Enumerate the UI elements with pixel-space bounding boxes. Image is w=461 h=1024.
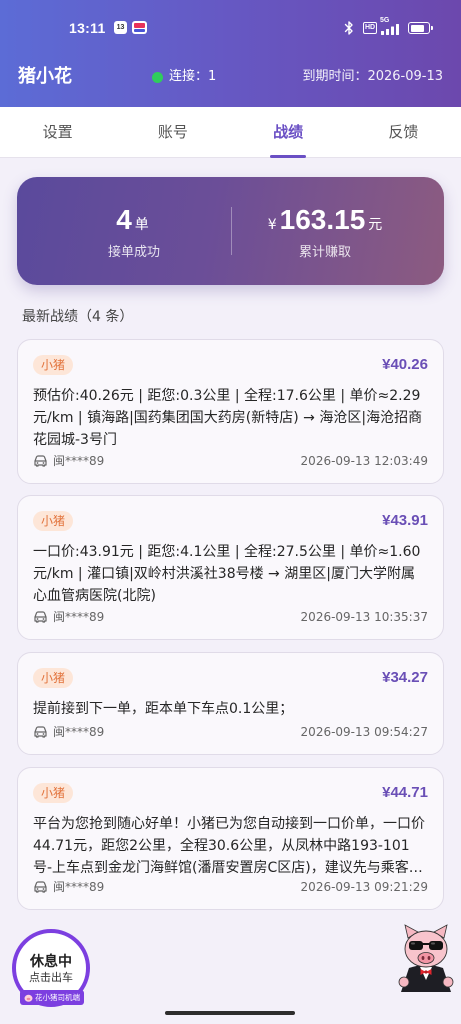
- car-icon: [34, 881, 47, 893]
- pig-mascot-icon[interactable]: [393, 922, 459, 992]
- record-detail: 平台为您抢到随心好单！小猪已为您自动接到一口价单，一口价44.71元，距您2公里…: [33, 816, 425, 876]
- record-time: 2026-09-13 09:21:29: [300, 880, 428, 894]
- record-time: 2026-09-13 09:54:27: [300, 725, 428, 739]
- record-price: ¥44.71: [382, 784, 428, 801]
- connection-status: 连接：1: [152, 68, 216, 86]
- stats-divider: [231, 207, 232, 255]
- orders-count: 4: [116, 204, 132, 235]
- car-icon: [34, 455, 47, 467]
- plate-number: 闽****89: [53, 454, 105, 468]
- vehicle-type-badge: 小猪: [33, 511, 74, 531]
- earnings-amount: 163.15: [279, 204, 366, 235]
- signal-icon: [381, 24, 399, 35]
- calendar-icon: 13: [114, 21, 127, 34]
- record-detail: 预估价:40.26元 | 距您:0.3公里 | 全程:17.6公里 | 单价≈2…: [33, 388, 423, 448]
- record-time: 2026-09-13 10:35:37: [300, 610, 428, 624]
- stats-card: 4单 接单成功 ¥163.15 元 累计赚取: [17, 177, 444, 285]
- page-title: 猪小花: [18, 66, 72, 87]
- records-section-title: 最新战绩（4 条）: [22, 309, 134, 325]
- record-price: ¥34.27: [382, 669, 428, 686]
- tab-account[interactable]: 账号: [115, 107, 230, 157]
- earnings-unit: 元: [368, 217, 383, 233]
- record-price: ¥43.91: [382, 512, 428, 529]
- record-detail: 一口价:43.91元 | 距您:4.1公里 | 全程:27.5公里 | 单价≈1…: [33, 544, 421, 604]
- app-notification-icon: [132, 21, 147, 34]
- vehicle-type-badge: 小猪: [33, 355, 74, 375]
- earnings-stat: ¥163.15 元 累计赚取: [235, 203, 415, 262]
- car-icon: [34, 726, 47, 738]
- record-card[interactable]: 小猪 ¥34.27 提前接到下一单，距本单下车点0.1公里； 闽****89 2…: [17, 652, 444, 755]
- record-card[interactable]: 小猪 ¥40.26 预估价:40.26元 | 距您:0.3公里 | 全程:17.…: [17, 339, 444, 484]
- hd-icon: HD: [363, 22, 377, 34]
- app-header: 13:11 13 HD 5G 猪小花 连接：1 到期时间：2026-09-13: [0, 0, 461, 107]
- orders-unit: 单: [134, 217, 149, 233]
- plate-number: 闽****89: [53, 610, 105, 624]
- driver-status-subtitle: 点击出车: [29, 971, 73, 984]
- status-time: 13:11: [69, 20, 106, 36]
- battery-fill: [410, 24, 425, 32]
- earnings-label: 累计赚取: [298, 245, 351, 260]
- record-time: 2026-09-13 12:03:49: [300, 454, 428, 468]
- app-brand-badge: 花小猪司机端: [20, 990, 84, 1005]
- bluetooth-icon: [344, 21, 353, 35]
- vehicle-type-badge: 小猪: [33, 783, 74, 803]
- car-icon: [34, 611, 47, 623]
- record-card[interactable]: 小猪 ¥44.71 平台为您抢到随心好单！小猪已为您自动接到一口价单，一口价44…: [17, 767, 444, 910]
- connection-text: 连接：1: [169, 69, 217, 84]
- tab-feedback[interactable]: 反馈: [346, 107, 461, 157]
- driver-status-title: 休息中: [30, 954, 72, 970]
- vehicle-type-badge: 小猪: [33, 668, 74, 688]
- app-brand-label: 花小猪司机端: [35, 993, 80, 1002]
- tab-settings[interactable]: 设置: [0, 107, 115, 157]
- tab-bar: 设置 账号 战绩 反馈: [0, 107, 461, 158]
- orders-label: 接单成功: [107, 245, 160, 260]
- plate-number: 闽****89: [53, 725, 105, 739]
- orders-stat: 4单 接单成功: [44, 203, 224, 262]
- record-price: ¥40.26: [382, 356, 428, 373]
- online-dot-icon: [152, 71, 163, 83]
- home-indicator[interactable]: [165, 1011, 295, 1015]
- earnings-currency: ¥: [267, 217, 277, 233]
- record-detail: 提前接到下一单，距本单下车点0.1公里；: [33, 701, 294, 717]
- expiry-date: 到期时间：2026-09-13: [302, 69, 443, 84]
- battery-icon: [408, 22, 433, 34]
- record-card[interactable]: 小猪 ¥43.91 一口价:43.91元 | 距您:4.1公里 | 全程:27.…: [17, 495, 444, 640]
- tab-records[interactable]: 战绩: [231, 107, 346, 158]
- pig-logo-icon: [24, 994, 33, 1002]
- plate-number: 闽****89: [53, 880, 105, 894]
